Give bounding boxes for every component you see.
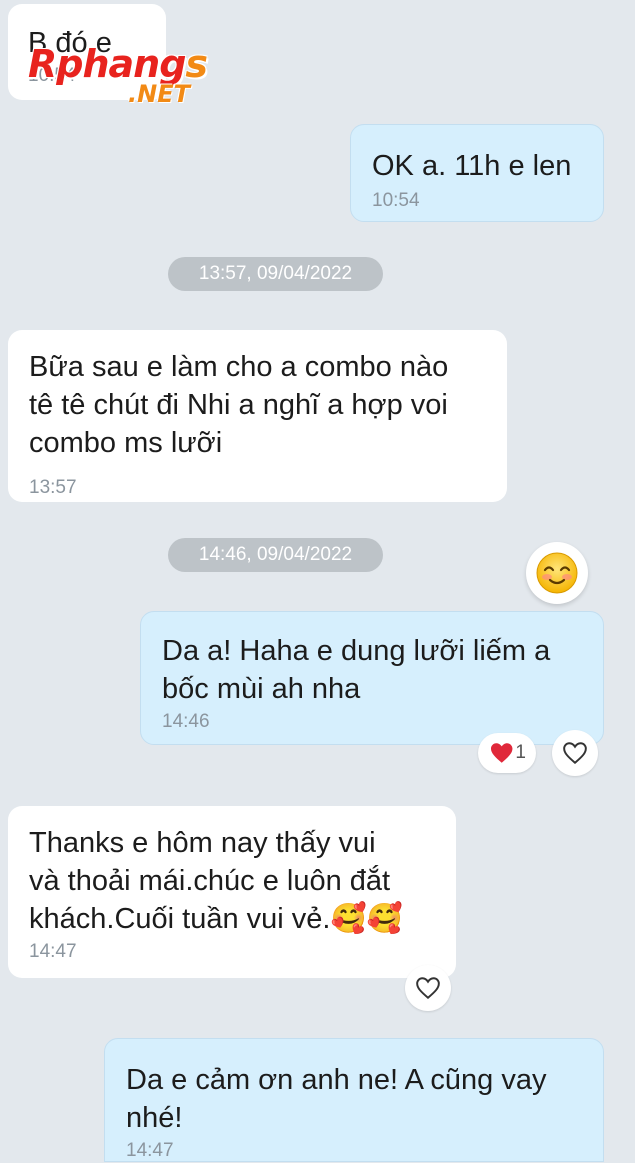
message-bubble-incoming[interactable]: Bữa sau e làm cho a combo nào tê tê chút…: [8, 330, 507, 502]
like-button[interactable]: [552, 730, 598, 776]
watermark-brand-sub: .NET: [128, 80, 190, 108]
like-button[interactable]: [405, 965, 451, 1011]
message-text: Thanks e hôm nay thấy vui và thoải mái.c…: [29, 827, 403, 935]
message-text: Da a! Haha e dung lưỡi liếm a bốc mùi ah…: [162, 635, 551, 705]
message-bubble-outgoing[interactable]: OK a. 11h e len 10:54: [350, 124, 604, 222]
message-bubble-incoming[interactable]: Thanks e hôm nay thấy vui và thoải mái.c…: [8, 806, 456, 978]
message-text: Bữa sau e làm cho a combo nào tê tê chút…: [29, 351, 449, 459]
date-separator: 14:46, 09/04/2022: [168, 538, 383, 572]
message-text: Da e cảm ơn anh ne! A cũng vay nhé!: [126, 1064, 547, 1134]
smiling-face-icon: [536, 552, 578, 594]
message-bubble-outgoing[interactable]: Da e cảm ơn anh ne! A cũng vay nhé! 14:4…: [104, 1038, 604, 1162]
red-heart-icon: [490, 743, 513, 763]
sticker-button[interactable]: [526, 542, 588, 604]
message-time: 14:47: [126, 1140, 174, 1161]
message-time: 10:54: [372, 190, 420, 211]
message-time: 14:46: [162, 711, 210, 732]
heart-outline-icon: [416, 977, 440, 1000]
reaction-count-badge[interactable]: 1: [478, 733, 536, 773]
message-bubble-outgoing[interactable]: Da a! Haha e dung lưỡi liếm a bốc mùi ah…: [140, 611, 604, 745]
message-time: 14:47: [29, 941, 77, 962]
message-time: 13:57: [29, 477, 77, 498]
watermark-logo: Rphangs .NET: [28, 42, 228, 112]
reaction-count: 1: [515, 742, 526, 763]
message-text: OK a. 11h e len: [372, 150, 572, 182]
chat-conversation: B đó e 10:54 Rphangs .NET OK a. 11h e le…: [0, 0, 635, 1162]
heart-outline-icon: [563, 742, 587, 765]
date-separator: 13:57, 09/04/2022: [168, 257, 383, 291]
